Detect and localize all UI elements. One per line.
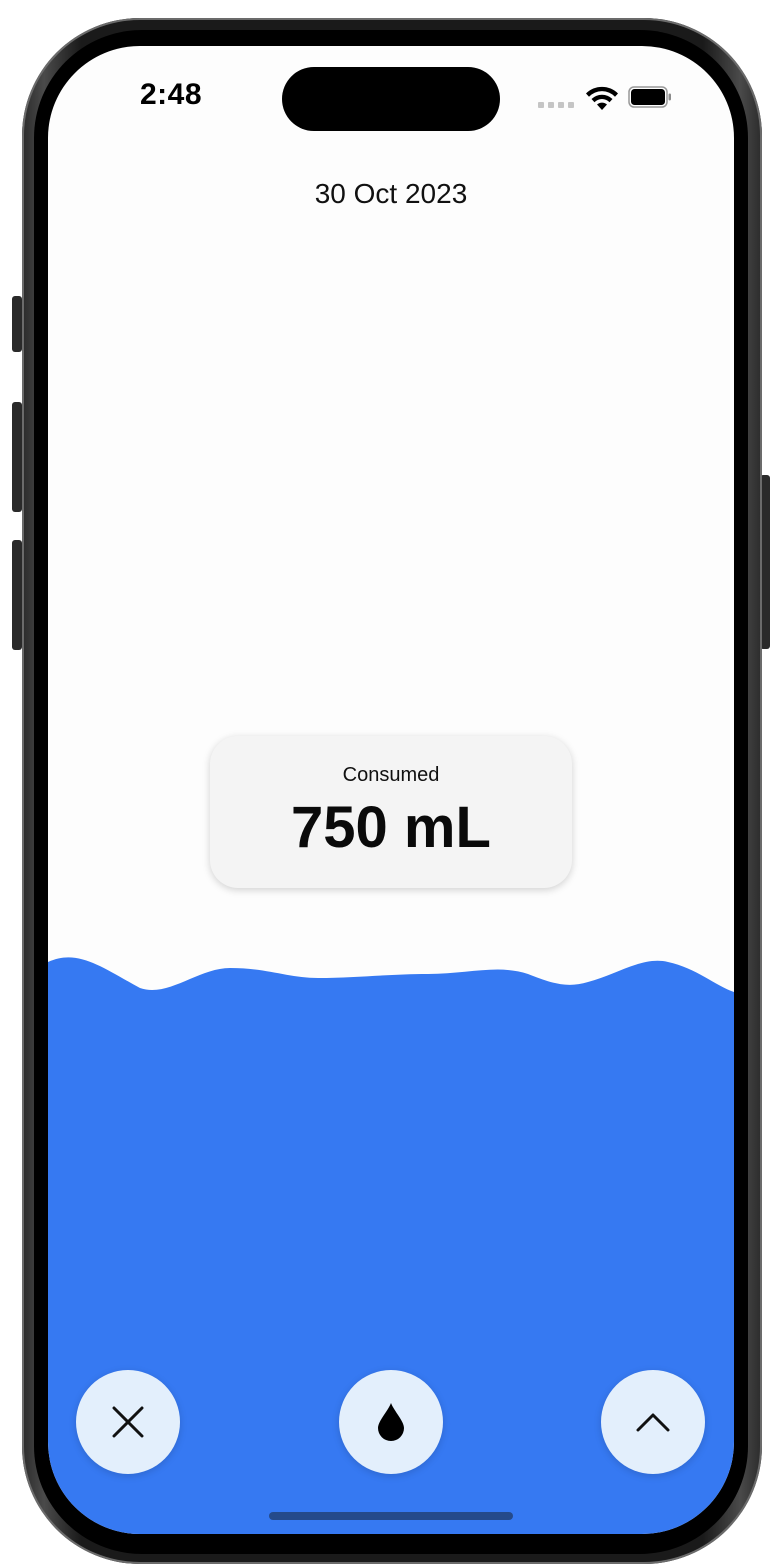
water-drop-icon [378,1403,404,1441]
dynamic-island [282,67,500,131]
date-label: 30 Oct 2023 [314,178,468,209]
status-time: 2:48 [140,78,203,111]
volume-down-button [12,540,22,650]
action-button [12,296,22,352]
add-water-button[interactable] [339,1370,443,1474]
close-icon [112,1406,144,1438]
consumed-label: Consumed [342,764,440,786]
wifi-icon [586,86,618,110]
battery-icon [628,86,671,108]
volume-up-button [12,402,22,512]
reset-button[interactable] [76,1370,180,1474]
chevron-up-icon [636,1413,670,1432]
consumed-card: Consumed 750 mL [210,736,572,888]
expand-button[interactable] [601,1370,705,1474]
cellular-signal-icon [538,102,574,108]
home-indicator[interactable] [269,1512,513,1520]
device-frame: 2:48 30 Oct 2023 Consumed 750 mL [0,0,782,1567]
app-screen: 2:48 30 Oct 2023 Consumed 750 mL [48,46,734,1534]
consumed-value: 750 mL [291,795,491,860]
